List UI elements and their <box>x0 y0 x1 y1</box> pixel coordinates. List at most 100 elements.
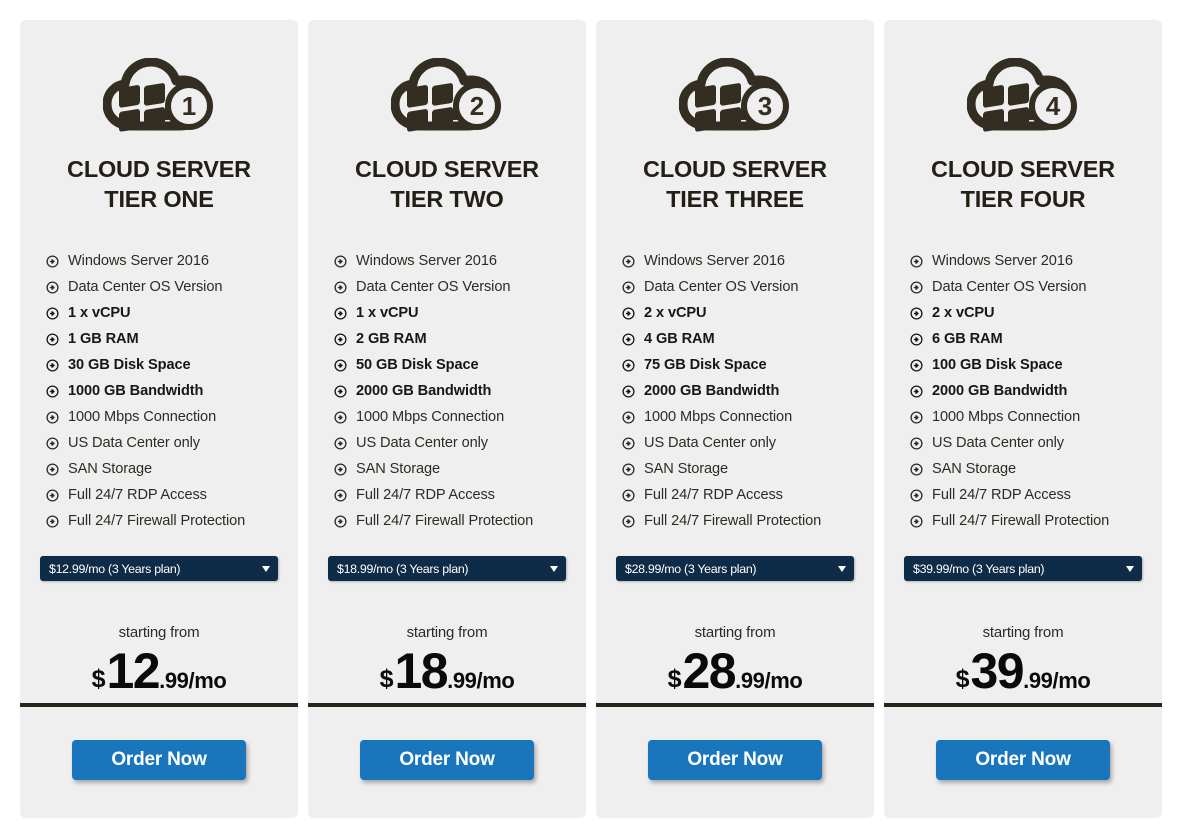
feature-item: 30 GB Disk Space <box>46 352 298 378</box>
billing-term-select[interactable]: $39.99/mo (3 Years plan) <box>904 556 1142 582</box>
feature-item: 100 GB Disk Space <box>910 352 1162 378</box>
price-block: starting from $18.99/mo <box>308 581 586 708</box>
feature-item: SAN Storage <box>910 456 1162 482</box>
circle-arrow-right-icon <box>334 515 347 528</box>
pricing-card: 4 CLOUD SERVER TIER FOUR Windows Server 20… <box>884 20 1162 818</box>
feature-label: 1000 Mbps Connection <box>356 408 505 425</box>
order-button-container: Order Now <box>308 707 586 818</box>
starting-from-label: starting from <box>694 624 776 642</box>
feature-label: SAN Storage <box>932 460 1017 477</box>
feature-item: 1 x vCPU <box>46 300 298 326</box>
circle-arrow-right-icon <box>910 281 923 294</box>
feature-label: Full 24/7 RDP Access <box>356 486 495 503</box>
feature-label: 2 x vCPU <box>644 304 707 321</box>
feature-item: US Data Center only <box>46 430 298 456</box>
circle-arrow-right-icon <box>334 385 347 398</box>
price-amount: $12.99/mo <box>20 646 298 696</box>
feature-label: Full 24/7 Firewall Protection <box>356 512 534 529</box>
feature-item: Full 24/7 RDP Access <box>910 482 1162 508</box>
feature-item: 1000 Mbps Connection <box>910 404 1162 430</box>
starting-from-label: starting from <box>118 624 200 642</box>
feature-label: US Data Center only <box>68 434 200 451</box>
price-major: 39 <box>970 643 1024 700</box>
feature-label: 2000 GB Bandwidth <box>932 382 1068 399</box>
circle-arrow-right-icon <box>46 333 59 346</box>
billing-term-value: $28.99/mo (3 Years plan) <box>625 561 757 576</box>
feature-label: SAN Storage <box>68 460 153 477</box>
circle-arrow-right-icon <box>622 307 635 320</box>
circle-arrow-right-icon <box>622 489 635 502</box>
price-currency: $ <box>379 665 394 694</box>
feature-item: 1000 GB Bandwidth <box>46 378 298 404</box>
order-now-button[interactable]: Order Now <box>72 739 246 780</box>
price-block: starting from $12.99/mo <box>20 581 298 708</box>
circle-arrow-right-icon <box>46 385 59 398</box>
pricing-card: 3 CLOUD SERVER TIER THREE Windows Server 2… <box>596 20 874 818</box>
circle-arrow-right-icon <box>334 333 347 346</box>
circle-arrow-right-icon <box>622 255 635 268</box>
feature-item: Windows Server 2016 <box>334 248 586 274</box>
price-major: 12 <box>106 643 160 700</box>
feature-label: 1000 Mbps Connection <box>68 408 217 425</box>
circle-arrow-right-icon <box>910 385 923 398</box>
cloud-windows-icon: 1 <box>20 20 298 132</box>
feature-item: Data Center OS Version <box>622 274 874 300</box>
feature-item: US Data Center only <box>334 430 586 456</box>
plan-select-container: $18.99/mo (3 Years plan) <box>308 534 586 582</box>
circle-arrow-right-icon <box>910 307 923 320</box>
starting-from-label: starting from <box>406 624 488 642</box>
cloud-windows-icon: 3 <box>596 20 874 132</box>
circle-arrow-right-icon <box>46 281 59 294</box>
billing-term-select[interactable]: $18.99/mo (3 Years plan) <box>328 556 566 582</box>
price-major: 18 <box>394 643 448 700</box>
feature-label: Full 24/7 RDP Access <box>932 486 1071 503</box>
feature-item: 2 GB RAM <box>334 326 586 352</box>
cloud-windows-icon: 4 <box>884 20 1162 132</box>
feature-item: Windows Server 2016 <box>46 248 298 274</box>
feature-label: 1 x vCPU <box>68 304 131 321</box>
feature-label: Data Center OS Version <box>932 278 1087 295</box>
circle-arrow-right-icon <box>46 489 59 502</box>
cloud-windows-icon: 2 <box>308 20 586 132</box>
order-now-button[interactable]: Order Now <box>648 739 822 780</box>
price-cents: .99/mo <box>159 668 227 694</box>
feature-label: Data Center OS Version <box>68 278 223 295</box>
circle-arrow-right-icon <box>46 411 59 424</box>
circle-arrow-right-icon <box>46 437 59 450</box>
feature-label: Windows Server 2016 <box>644 252 785 269</box>
circle-arrow-right-icon <box>910 333 923 346</box>
billing-term-select[interactable]: $28.99/mo (3 Years plan) <box>616 556 854 582</box>
feature-label: 2 GB RAM <box>356 330 427 347</box>
feature-list: Windows Server 2016 Data Center OS Versio… <box>596 214 874 534</box>
circle-arrow-right-icon <box>334 255 347 268</box>
pricing-card: 1 CLOUD SERVER TIER ONE Windows Server 201… <box>20 20 298 818</box>
circle-arrow-right-icon <box>910 411 923 424</box>
feature-item: Full 24/7 Firewall Protection <box>334 508 586 534</box>
feature-label: US Data Center only <box>356 434 488 451</box>
pricing-plans-grid: 1 CLOUD SERVER TIER ONE Windows Server 201… <box>0 0 1182 838</box>
circle-arrow-right-icon <box>622 515 635 528</box>
feature-item: 1 GB RAM <box>46 326 298 352</box>
feature-label: 6 GB RAM <box>932 330 1003 347</box>
feature-label: Full 24/7 Firewall Protection <box>68 512 246 529</box>
feature-label: 1 x vCPU <box>356 304 419 321</box>
circle-arrow-right-icon <box>334 463 347 476</box>
circle-arrow-right-icon <box>622 359 635 372</box>
feature-label: Windows Server 2016 <box>932 252 1073 269</box>
circle-arrow-right-icon <box>910 359 923 372</box>
price-currency: $ <box>667 665 682 694</box>
circle-arrow-right-icon <box>622 281 635 294</box>
order-now-button[interactable]: Order Now <box>936 739 1110 780</box>
chevron-down-icon <box>1126 565 1134 572</box>
feature-label: 2000 GB Bandwidth <box>644 382 780 399</box>
feature-item: US Data Center only <box>910 430 1162 456</box>
feature-label: Windows Server 2016 <box>68 252 209 269</box>
feature-item: SAN Storage <box>46 456 298 482</box>
feature-item: 2 x vCPU <box>910 300 1162 326</box>
billing-term-value: $12.99/mo (3 Years plan) <box>49 561 181 576</box>
order-now-button[interactable]: Order Now <box>360 739 534 780</box>
billing-term-select[interactable]: $12.99/mo (3 Years plan) <box>40 556 278 582</box>
feature-item: Full 24/7 RDP Access <box>334 482 586 508</box>
svg-text:1: 1 <box>182 91 196 121</box>
feature-label: 2000 GB Bandwidth <box>356 382 492 399</box>
